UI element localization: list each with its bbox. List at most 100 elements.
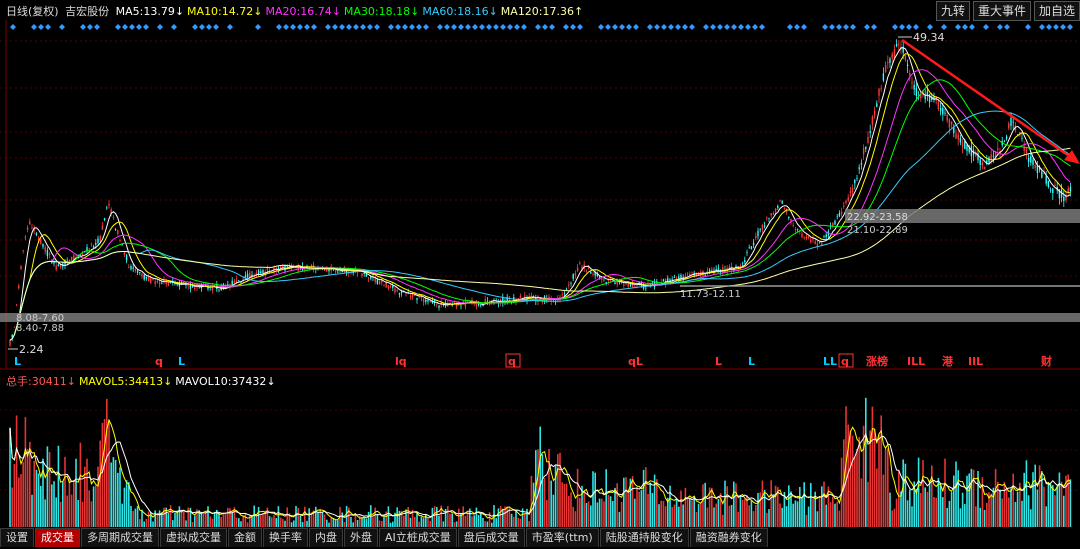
volume-bar [572, 506, 574, 527]
volume-bar [805, 514, 808, 527]
candle-body [1041, 171, 1043, 178]
candle-body [887, 62, 889, 64]
jiuzhuan-button[interactable]: 九转 [935, 1, 970, 21]
volume-bar [823, 481, 825, 527]
signal-marker-icon [570, 24, 576, 30]
tab-1[interactable]: 成交量 [35, 528, 80, 547]
tab-12[interactable]: 融资融券变化 [689, 528, 768, 547]
volume-bar [680, 490, 682, 527]
candle-body [959, 138, 962, 143]
candle-body [231, 280, 233, 286]
volume-bar [920, 493, 922, 527]
volume-bar [581, 485, 583, 527]
candle-body [436, 303, 438, 305]
candle-body [378, 280, 381, 285]
tab-2[interactable]: 多周期成交量 [81, 528, 159, 547]
signal-marker-icon [752, 24, 758, 30]
volume-bar [752, 511, 755, 527]
tab-0[interactable]: 设置 [0, 528, 34, 547]
volume-bar [330, 517, 332, 527]
candle-body [981, 162, 984, 165]
candle-body [871, 116, 874, 125]
candle-body [528, 295, 530, 297]
volume-bar [691, 500, 693, 527]
candle-body [750, 246, 753, 250]
signal-marker-icon [472, 24, 478, 30]
candle-body [57, 264, 60, 267]
add-favorite-button[interactable]: 加自选 [1033, 1, 1080, 21]
candle-body [953, 127, 955, 134]
candle-body [810, 240, 812, 243]
volume-bar [134, 508, 137, 527]
volume-bar [970, 468, 973, 527]
tab-8[interactable]: AI立桩成交量 [379, 528, 457, 547]
volume-value-0: 总手:30411↓ [6, 375, 76, 388]
volume-bar [1010, 488, 1012, 527]
candle-body [486, 300, 489, 302]
volume-bar [497, 508, 500, 527]
volume-bar [541, 454, 544, 527]
tab-3[interactable]: 虚拟成交量 [160, 528, 227, 547]
candle-body [438, 305, 440, 308]
candle-body [832, 222, 834, 226]
volume-bar [642, 469, 645, 527]
volume-value-2: MAVOL10:37432↓ [175, 375, 276, 388]
volume-bar [697, 503, 700, 527]
tab-9[interactable]: 盘后成交量 [457, 528, 525, 547]
volume-bar [1060, 481, 1063, 527]
volume-bar [273, 515, 275, 527]
volume-bar [145, 518, 148, 527]
volume-bar [110, 462, 112, 527]
volume-bar [638, 491, 640, 527]
candle-body [915, 88, 918, 96]
volume-bar [455, 521, 458, 527]
candle-body [158, 282, 161, 285]
volume-bar [361, 517, 363, 527]
volume-bar [231, 512, 233, 527]
candle-body [112, 217, 115, 218]
candle-body [143, 274, 145, 280]
volume-bar [1032, 472, 1034, 527]
candle-body [746, 252, 748, 254]
candle-body [761, 225, 764, 230]
volume-bar [552, 494, 555, 527]
volume-bar [167, 513, 170, 527]
volume-bar [878, 434, 880, 527]
volume-bar [986, 502, 988, 527]
volume-bar [97, 466, 99, 527]
candle-body [627, 282, 629, 287]
tab-7[interactable]: 外盘 [344, 528, 378, 547]
volume-bar [235, 517, 238, 527]
candle-body [862, 148, 865, 155]
ma-value-4: MA60:18.16↓ [422, 5, 498, 18]
candle-body [156, 281, 159, 283]
volume-bar [1012, 473, 1014, 527]
major-events-button[interactable]: 重大事件 [972, 1, 1031, 21]
candle-body [579, 262, 581, 264]
tab-11[interactable]: 陆股通持股变化 [599, 528, 689, 547]
volume-bar [838, 510, 841, 527]
volume-bar [191, 521, 194, 527]
candle-body [9, 340, 11, 346]
tab-4[interactable]: 金额 [228, 528, 262, 547]
volume-bar [722, 514, 724, 527]
volume-bar [403, 515, 405, 527]
signal-marker-icon [304, 24, 310, 30]
volume-bar [227, 507, 229, 527]
volume-bar [409, 517, 412, 527]
kline-chart-canvas[interactable]: 49.34 2.24 22.92-23.58 21.10-22.89 11.73-12.… [0, 0, 1080, 549]
event-marker-2: L [178, 355, 185, 368]
candle-body [136, 270, 139, 273]
volume-bar [651, 492, 654, 527]
candle-body [884, 65, 887, 73]
tab-10[interactable]: 市盈率(ttm) [525, 528, 599, 547]
signal-marker-icon [892, 24, 898, 30]
tab-6[interactable]: 内盘 [309, 528, 343, 547]
candle-body [40, 239, 42, 244]
volume-bar [482, 517, 484, 527]
volume-bar [337, 520, 339, 527]
signal-marker-icon [402, 24, 408, 30]
chart-type-label[interactable]: 日线(复权) [6, 5, 59, 18]
signal-marker-icon [199, 24, 205, 30]
tab-5[interactable]: 换手率 [263, 528, 308, 547]
